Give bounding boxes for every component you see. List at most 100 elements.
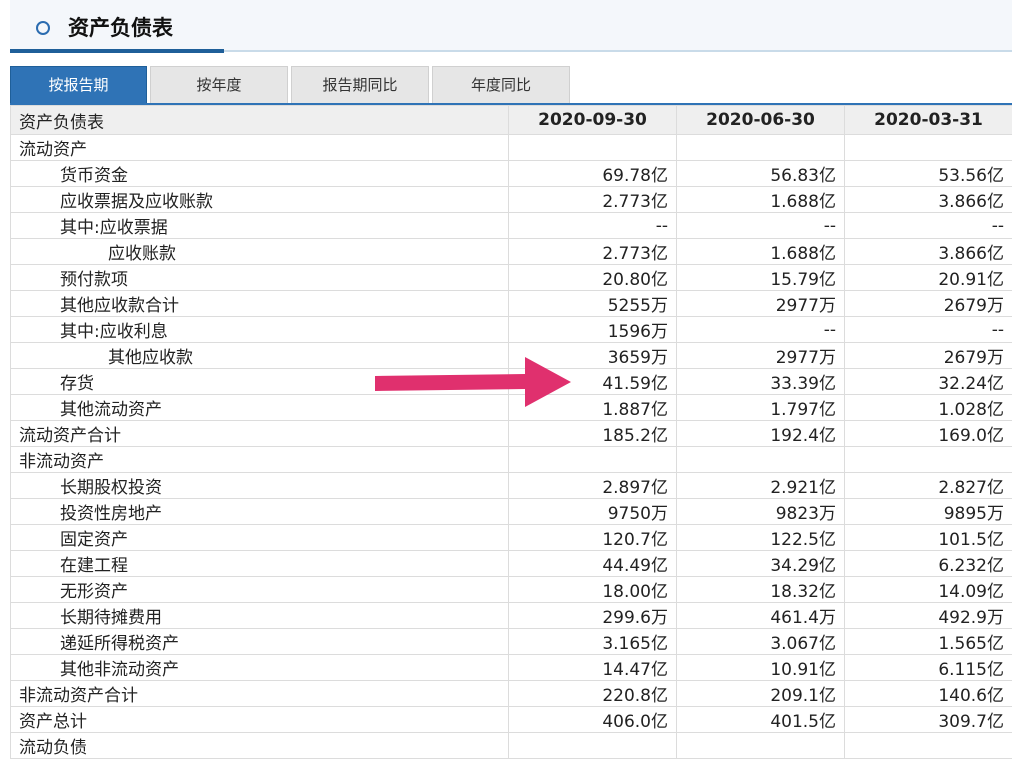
row-value: 185.2亿	[509, 421, 677, 447]
row-value: 140.6亿	[845, 681, 1012, 707]
row-value: 461.4万	[677, 603, 845, 629]
table-row[interactable]: 应收账款2.773亿1.688亿3.866亿	[11, 239, 1012, 265]
row-value	[677, 135, 845, 161]
row-value: 9895万	[845, 499, 1012, 525]
row-label: 非流动资产	[11, 447, 509, 473]
row-label: 投资性房地产	[11, 499, 509, 525]
row-value: --	[677, 317, 845, 343]
row-label: 应收票据及应收账款	[11, 187, 509, 213]
table-row[interactable]: 其他应收款合计5255万2977万2679万	[11, 291, 1012, 317]
header-period-2[interactable]: 2020-06-30	[677, 106, 845, 135]
row-label: 其中:应收利息	[11, 317, 509, 343]
row-label: 固定资产	[11, 525, 509, 551]
row-value: 44.49亿	[509, 551, 677, 577]
row-value: 192.4亿	[677, 421, 845, 447]
row-label: 资产总计	[11, 707, 509, 733]
row-value: --	[677, 213, 845, 239]
table-row[interactable]: 非流动资产合计220.8亿209.1亿140.6亿	[11, 681, 1012, 707]
tab-bar: 按报告期 按年度 报告期同比 年度同比	[10, 66, 1012, 104]
row-value: 1.028亿	[845, 395, 1012, 421]
row-value: 6.232亿	[845, 551, 1012, 577]
table-row[interactable]: 递延所得税资产3.165亿3.067亿1.565亿	[11, 629, 1012, 655]
row-value: 2679万	[845, 343, 1012, 369]
table-header-row: 资产负债表 2020-09-30 2020-06-30 2020-03-31	[11, 106, 1012, 135]
row-value: 122.5亿	[677, 525, 845, 551]
row-value: 3.165亿	[509, 629, 677, 655]
row-value: 2.827亿	[845, 473, 1012, 499]
table-row[interactable]: 流动资产合计185.2亿192.4亿169.0亿	[11, 421, 1012, 447]
row-label: 货币资金	[11, 161, 509, 187]
table-row[interactable]: 投资性房地产9750万9823万9895万	[11, 499, 1012, 525]
table-row[interactable]: 流动资产	[11, 135, 1012, 161]
row-value: 9823万	[677, 499, 845, 525]
row-label: 长期待摊费用	[11, 603, 509, 629]
row-value: 6.115亿	[845, 655, 1012, 681]
table-row[interactable]: 长期股权投资2.897亿2.921亿2.827亿	[11, 473, 1012, 499]
row-value	[677, 447, 845, 473]
header-period-3[interactable]: 2020-03-31	[845, 106, 1012, 135]
tab-by-year[interactable]: 按年度	[150, 66, 288, 104]
row-value: 1596万	[509, 317, 677, 343]
row-value	[845, 447, 1012, 473]
table-row[interactable]: 其他非流动资产14.47亿10.91亿6.115亿	[11, 655, 1012, 681]
row-value: 32.24亿	[845, 369, 1012, 395]
row-value: 14.47亿	[509, 655, 677, 681]
row-value: --	[509, 213, 677, 239]
row-label: 其中:应收票据	[11, 213, 509, 239]
row-value: 401.5亿	[677, 707, 845, 733]
row-value: 9750万	[509, 499, 677, 525]
tab-by-report-period[interactable]: 按报告期	[10, 66, 147, 104]
balance-sheet-table: 资产负债表 2020-09-30 2020-06-30 2020-03-31 流…	[10, 105, 1012, 759]
table-row[interactable]: 预付款项20.80亿15.79亿20.91亿	[11, 265, 1012, 291]
row-value: 34.29亿	[677, 551, 845, 577]
row-value: --	[845, 317, 1012, 343]
table-row[interactable]: 在建工程44.49亿34.29亿6.232亿	[11, 551, 1012, 577]
row-value: 53.56亿	[845, 161, 1012, 187]
row-label: 非流动资产合计	[11, 681, 509, 707]
row-value: 220.8亿	[509, 681, 677, 707]
row-value: 18.32亿	[677, 577, 845, 603]
row-value: 406.0亿	[509, 707, 677, 733]
row-value	[509, 135, 677, 161]
circle-icon	[36, 21, 50, 35]
row-value: 18.00亿	[509, 577, 677, 603]
row-value: 169.0亿	[845, 421, 1012, 447]
row-value: 2.921亿	[677, 473, 845, 499]
row-value: 120.7亿	[509, 525, 677, 551]
page-title: 资产负债表	[68, 12, 173, 42]
table-row[interactable]: 应收票据及应收账款2.773亿1.688亿3.866亿	[11, 187, 1012, 213]
tab-report-period-yoy[interactable]: 报告期同比	[291, 66, 429, 104]
row-value: 20.80亿	[509, 265, 677, 291]
tab-annual-yoy[interactable]: 年度同比	[432, 66, 570, 104]
table-row[interactable]: 流动负债	[11, 733, 1012, 759]
table-row[interactable]: 非流动资产	[11, 447, 1012, 473]
row-value: 2977万	[677, 343, 845, 369]
row-label: 预付款项	[11, 265, 509, 291]
row-value: 1.565亿	[845, 629, 1012, 655]
row-value: 2.897亿	[509, 473, 677, 499]
row-value: 10.91亿	[677, 655, 845, 681]
table-row[interactable]: 其中:应收票据------	[11, 213, 1012, 239]
table-row[interactable]: 固定资产120.7亿122.5亿101.5亿	[11, 525, 1012, 551]
row-label: 流动负债	[11, 733, 509, 759]
row-label: 其他应收款合计	[11, 291, 509, 317]
row-value: 492.9万	[845, 603, 1012, 629]
row-value: --	[845, 213, 1012, 239]
row-value: 1.688亿	[677, 239, 845, 265]
row-value: 14.09亿	[845, 577, 1012, 603]
row-value	[845, 135, 1012, 161]
table-row[interactable]: 其中:应收利息1596万----	[11, 317, 1012, 343]
table-row[interactable]: 资产总计406.0亿401.5亿309.7亿	[11, 707, 1012, 733]
row-label: 递延所得税资产	[11, 629, 509, 655]
row-label: 在建工程	[11, 551, 509, 577]
table-row[interactable]: 货币资金69.78亿56.83亿53.56亿	[11, 161, 1012, 187]
row-value	[509, 733, 677, 759]
header-period-1[interactable]: 2020-09-30	[509, 106, 677, 135]
table-row[interactable]: 无形资产18.00亿18.32亿14.09亿	[11, 577, 1012, 603]
row-value: 5255万	[509, 291, 677, 317]
table-row[interactable]: 长期待摊费用299.6万461.4万492.9万	[11, 603, 1012, 629]
row-value: 2977万	[677, 291, 845, 317]
row-label: 长期股权投资	[11, 473, 509, 499]
row-value	[509, 447, 677, 473]
row-label: 流动资产合计	[11, 421, 509, 447]
